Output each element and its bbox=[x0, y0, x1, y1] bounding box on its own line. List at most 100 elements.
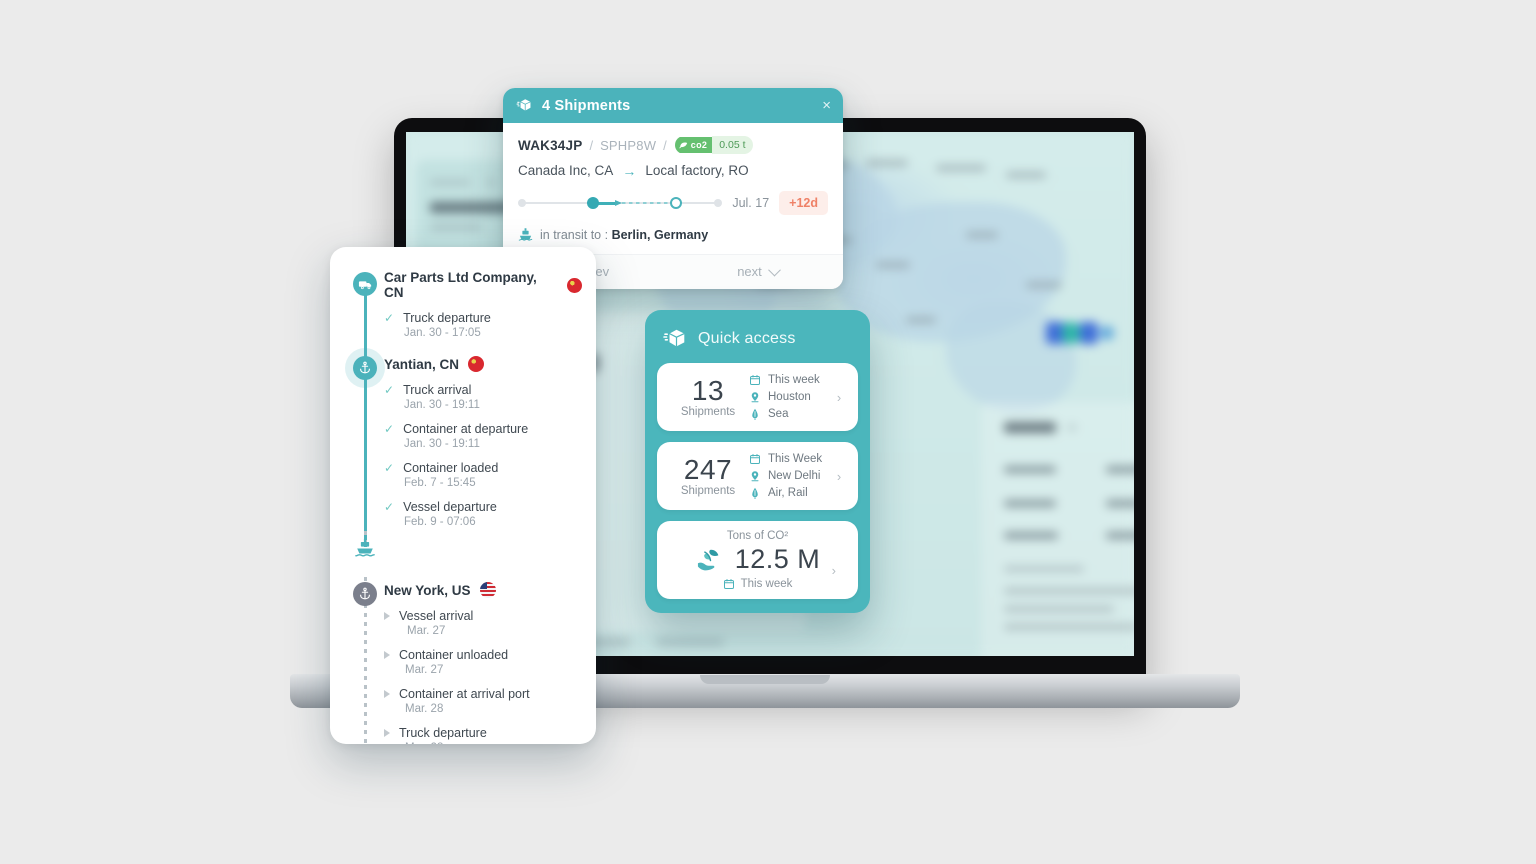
shipments-card-header: 4 Shipments × bbox=[503, 88, 843, 123]
timeline-event-name: Container at departure bbox=[403, 422, 529, 436]
co2-value: 0.05 t bbox=[712, 136, 753, 154]
shipments-card-title: 4 Shipments bbox=[542, 97, 631, 114]
shipment-reference: WAK34JP bbox=[518, 137, 583, 153]
timeline-event-row: ✓ Vessel departure bbox=[384, 500, 582, 514]
screenshot-root: 4 Shipments × WAK34JP / SPHP8W / co2 0.0… bbox=[0, 0, 1536, 864]
co2-card-value: 12.5 M bbox=[734, 544, 821, 574]
quick-access-title: Quick access bbox=[698, 330, 796, 347]
timeline-event-row: Vessel arrival bbox=[384, 609, 582, 623]
timeline-event-date: Mar. 28 bbox=[405, 703, 444, 715]
timeline-event-name: Vessel arrival bbox=[399, 609, 474, 623]
chevron-right-icon[interactable]: › bbox=[832, 563, 836, 578]
timeline-event-date: Mar. 28 bbox=[405, 742, 582, 744]
close-icon[interactable]: × bbox=[822, 98, 831, 113]
meta-row-period: This week bbox=[749, 374, 830, 386]
check-icon: ✓ bbox=[384, 311, 395, 325]
anchor-icon bbox=[345, 348, 385, 388]
co2-card-footer-text: This week bbox=[740, 578, 793, 590]
package-icon bbox=[663, 327, 687, 351]
meta-row-location: New Delhi bbox=[749, 470, 830, 482]
co2-label: co2 bbox=[690, 140, 708, 150]
shipment-count-block: 13 Shipments bbox=[667, 374, 749, 419]
shipment-count-label: Shipments bbox=[680, 406, 736, 419]
timeline-event: ✓ Container loaded Feb. 7 - 15:45 bbox=[384, 461, 582, 489]
meta-location-text: Houston bbox=[768, 391, 811, 403]
meta-location-text: New Delhi bbox=[768, 470, 821, 482]
check-icon: ✓ bbox=[384, 383, 395, 397]
meta-row-location: Houston bbox=[749, 391, 830, 403]
ship-icon bbox=[518, 227, 533, 242]
anchor-icon bbox=[353, 582, 377, 606]
check-icon: ✓ bbox=[384, 500, 395, 514]
timeline-event-name: Container loaded bbox=[403, 461, 499, 475]
co2-card[interactable]: Tons of CO² 12.5 M This week › bbox=[657, 521, 858, 599]
timeline-event-date: Feb. 9 - 07:06 bbox=[404, 516, 476, 528]
reference-separator-2: / bbox=[663, 137, 667, 153]
stop-name: New York, US bbox=[384, 582, 471, 598]
location-pin-icon bbox=[749, 470, 761, 482]
timeline-event-row: Container at arrival port bbox=[384, 687, 582, 701]
timeline-event: ✓ Vessel departure Feb. 9 - 07:06 bbox=[384, 500, 582, 528]
co2-badge[interactable]: co2 0.05 t bbox=[674, 136, 753, 154]
meta-row-period: This Week bbox=[749, 453, 830, 465]
progress-direction-icon bbox=[615, 199, 622, 206]
shipment-count-value: 247 bbox=[683, 453, 733, 485]
timeline-event-row: ✓ Container at departure bbox=[384, 422, 582, 436]
quick-access-card[interactable]: 13 Shipments This week Houston Sea › bbox=[657, 363, 858, 431]
arrow-right-icon: → bbox=[622, 162, 637, 179]
timeline-event-date: Jan. 30 - 19:11 bbox=[404, 399, 480, 411]
timeline-event-name: Truck departure bbox=[399, 726, 487, 740]
co2-card-footer: This week bbox=[723, 578, 793, 590]
timeline-stop: Yantian, CN ✓ Truck arrival Jan. 30 - 19… bbox=[342, 348, 582, 528]
timeline-event: Vessel arrival Mar. 27 bbox=[384, 609, 582, 637]
chevron-down-icon bbox=[767, 263, 781, 277]
progress-date: Jul. 17 bbox=[732, 196, 770, 210]
meta-row-mode: Sea bbox=[749, 408, 830, 420]
shipment-timeline-card: Car Parts Ltd Company, CN ✓ Truck depart… bbox=[330, 247, 596, 744]
progress-node-current bbox=[587, 197, 599, 209]
timeline-event: Truck departure Mar. 28 bbox=[384, 726, 582, 744]
progress-track[interactable] bbox=[518, 197, 723, 209]
reference-separator-1: / bbox=[589, 137, 594, 153]
quick-access-card-meta: This week Houston Sea bbox=[749, 374, 830, 420]
quick-access-header: Quick access bbox=[657, 324, 858, 363]
transit-prefix: in transit to : bbox=[540, 227, 609, 242]
co2-badge-left: co2 bbox=[674, 137, 713, 153]
quick-access-panel: Quick access 13 Shipments This week Hous… bbox=[645, 310, 870, 613]
quick-access-card[interactable]: 247 Shipments This Week New Delhi Air, R… bbox=[657, 442, 858, 510]
triangle-right-icon bbox=[384, 690, 390, 698]
stop-name: Yantian, CN bbox=[384, 356, 460, 372]
chevron-right-icon[interactable]: › bbox=[830, 390, 848, 405]
leaf-icon bbox=[679, 140, 689, 150]
stop-name: Car Parts Ltd Company, CN bbox=[384, 270, 537, 300]
shipment-count-block: 247 Shipments bbox=[667, 453, 749, 497]
timeline-event: ✓ Truck departure Jan. 30 - 17:05 bbox=[384, 311, 582, 339]
timeline-event-row: Container unloaded bbox=[384, 648, 582, 662]
check-icon: ✓ bbox=[384, 461, 395, 475]
shipment-progress-row: Jul. 17 +12d bbox=[518, 191, 828, 215]
timeline-inner: Car Parts Ltd Company, CN ✓ Truck depart… bbox=[330, 247, 596, 744]
flag-us-icon bbox=[479, 582, 496, 598]
timeline-event-date: Jan. 30 - 17:05 bbox=[404, 327, 481, 339]
timeline-event-date: Feb. 7 - 15:45 bbox=[404, 477, 476, 489]
transit-status: in transit to : Berlin, Germany bbox=[540, 228, 708, 242]
hand-sprout-icon bbox=[695, 547, 725, 573]
progress-node-next bbox=[670, 197, 682, 209]
shipments-card-body: WAK34JP / SPHP8W / co2 0.05 t Canada Inc… bbox=[503, 123, 843, 254]
shipment-count-value: 13 bbox=[691, 374, 725, 406]
chevron-right-icon[interactable]: › bbox=[830, 469, 848, 484]
timeline-event-date: Jan. 30 - 19:11 bbox=[404, 438, 480, 450]
route-destination: Local factory, RO bbox=[645, 163, 749, 178]
meta-row-mode: Air, Rail bbox=[749, 487, 830, 499]
flag-cn-icon bbox=[567, 277, 582, 293]
meta-period-text: This Week bbox=[768, 453, 823, 465]
triangle-right-icon bbox=[384, 651, 390, 659]
next-button[interactable]: next bbox=[673, 263, 843, 279]
quick-access-card-meta: This Week New Delhi Air, Rail bbox=[749, 453, 830, 499]
calendar-icon bbox=[749, 453, 761, 465]
timeline-event-row: Truck departure bbox=[384, 726, 582, 740]
truck-icon bbox=[353, 272, 377, 296]
timeline-event-name: Vessel departure bbox=[403, 500, 497, 514]
shipment-reference-row: WAK34JP / SPHP8W / co2 0.05 t bbox=[518, 136, 828, 154]
co2-card-title: Tons of CO² bbox=[726, 530, 789, 542]
